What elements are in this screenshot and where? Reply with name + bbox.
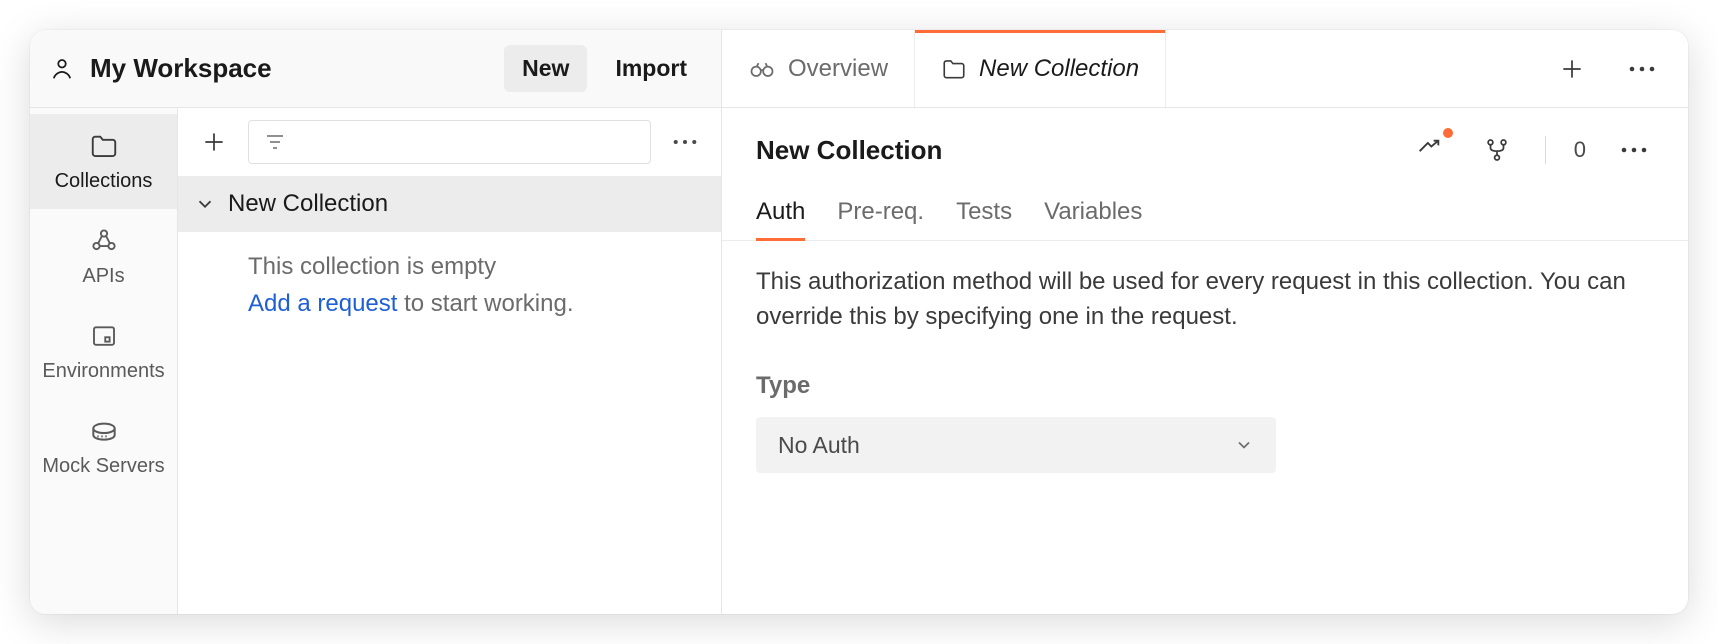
subtabs: Auth Pre-req. Tests Variables <box>722 180 1688 241</box>
workspace-name[interactable]: My Workspace <box>90 53 490 84</box>
nav-rail: Collections APIs Environ <box>30 108 178 614</box>
auth-type-select[interactable]: No Auth <box>756 417 1276 473</box>
select-value: No Auth <box>778 429 860 462</box>
topbar: My Workspace New Import Overview <box>30 30 1688 108</box>
subtab-variables[interactable]: Variables <box>1044 198 1142 240</box>
nav-environments[interactable]: Environments <box>30 304 177 399</box>
tab-label: New Collection <box>979 55 1139 83</box>
sidebar-toolbar <box>178 108 721 176</box>
new-button[interactable]: New <box>504 45 587 92</box>
detail-header: New Collection 0 <box>722 108 1688 180</box>
folder-icon <box>941 56 967 82</box>
collection-title[interactable]: New Collection <box>756 135 1409 166</box>
user-icon <box>48 55 76 83</box>
divider <box>1545 136 1546 164</box>
sidebar: New Collection This collection is empty … <box>178 108 722 614</box>
nav-label: APIs <box>34 265 173 288</box>
binoculars-icon <box>748 55 776 83</box>
notification-dot-icon <box>1443 128 1453 138</box>
filter-input[interactable] <box>248 120 651 164</box>
empty-suffix: to start working. <box>397 290 573 317</box>
create-button[interactable] <box>194 122 234 162</box>
empty-state: This collection is empty Add a request t… <box>178 232 721 322</box>
environment-icon <box>89 321 119 351</box>
chevron-down-icon <box>194 193 216 215</box>
collection-tree-item[interactable]: New Collection <box>178 176 721 232</box>
body: Collections APIs Environ <box>30 108 1688 614</box>
nav-label: Collections <box>34 170 173 193</box>
subtab-prereq[interactable]: Pre-req. <box>837 198 924 240</box>
filter-icon <box>263 130 287 154</box>
folder-icon <box>89 131 119 161</box>
app-window: My Workspace New Import Overview <box>30 30 1688 614</box>
new-tab-button[interactable] <box>1552 49 1592 89</box>
nav-collections[interactable]: Collections <box>30 114 177 209</box>
detail-actions: 0 <box>1409 130 1654 170</box>
subtab-auth[interactable]: Auth <box>756 198 805 240</box>
collection-name: New Collection <box>228 190 388 218</box>
import-button[interactable]: Import <box>597 45 705 92</box>
api-icon <box>89 226 119 256</box>
fork-count: 0 <box>1574 137 1586 163</box>
nav-apis[interactable]: APIs <box>30 209 177 304</box>
subtab-tests[interactable]: Tests <box>956 198 1012 240</box>
share-button[interactable] <box>1409 130 1449 170</box>
fork-button[interactable] <box>1477 130 1517 170</box>
tab-new-collection[interactable]: New Collection <box>915 30 1166 107</box>
detail-more-button[interactable] <box>1614 130 1654 170</box>
nav-label: Environments <box>34 360 173 383</box>
add-request-link[interactable]: Add a request <box>248 290 397 317</box>
tab-label: Overview <box>788 55 888 83</box>
type-label: Type <box>756 369 1654 404</box>
more-tabs-button[interactable] <box>1622 49 1662 89</box>
nav-label: Mock Servers <box>34 455 173 478</box>
tab-actions <box>1526 30 1688 107</box>
auth-description: This authorization method will be used f… <box>756 265 1654 335</box>
tabs-area: Overview New Collection <box>722 30 1688 107</box>
nav-mock-servers[interactable]: Mock Servers <box>30 399 177 494</box>
auth-panel: This authorization method will be used f… <box>722 241 1688 497</box>
workspace-header: My Workspace New Import <box>30 30 722 107</box>
empty-text: This collection is empty <box>248 248 711 285</box>
auth-type-field: Type No Auth <box>756 369 1654 474</box>
workspace-actions: New Import <box>504 45 721 92</box>
main-panel: New Collection 0 <box>722 108 1688 614</box>
tab-overview[interactable]: Overview <box>722 30 915 107</box>
sidebar-more-button[interactable] <box>665 122 705 162</box>
server-icon <box>88 415 120 447</box>
chevron-down-icon <box>1234 435 1254 455</box>
